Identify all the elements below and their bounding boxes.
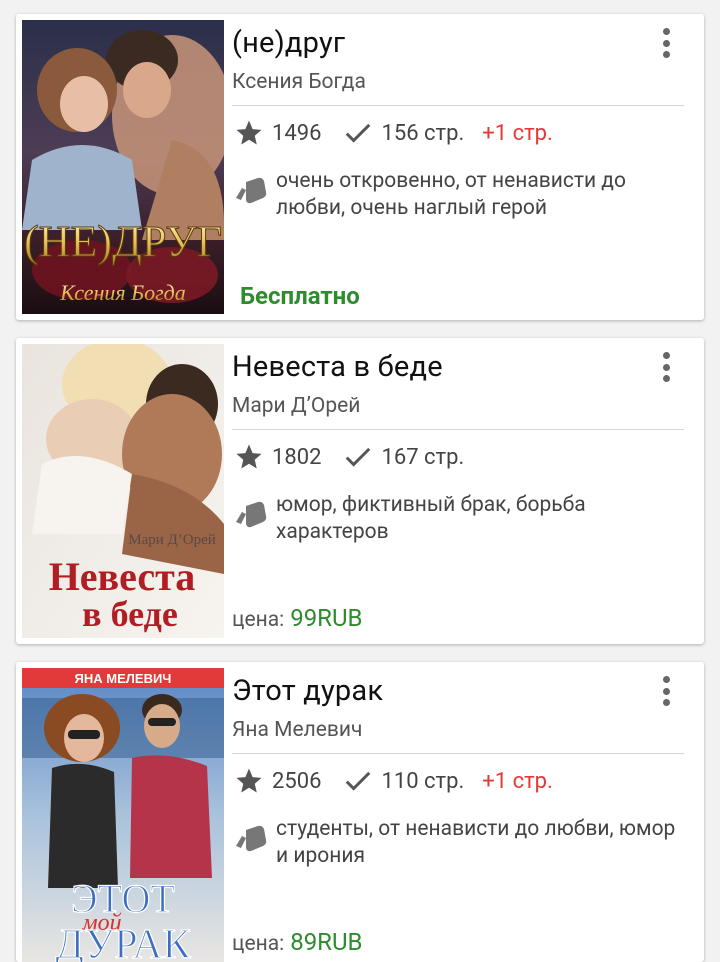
price-free: Бесплатно	[240, 282, 360, 310]
book-title[interactable]: Этот дурак	[232, 674, 383, 708]
tags-text: юмор, фиктивный брак, борьба характеров	[276, 493, 586, 544]
cover-title-line2: ДУРАК	[55, 922, 191, 962]
cover-author: ЯНА МЕЛЕВИЧ	[75, 671, 172, 686]
check-icon	[346, 771, 371, 791]
book-tags: очень откровенно, от ненависти до любви,…	[234, 168, 684, 222]
book-tags: студенты, от ненависти до любви, юмор и …	[234, 816, 684, 870]
book-card[interactable]: (НЕ)ДРУГ Ксения Богда (не)друг Ксения Бо…	[16, 14, 704, 320]
page-count: 110 стр.	[381, 768, 465, 794]
page-count: 167 стр.	[381, 444, 465, 470]
tags-text: студенты, от ненависти до любви, юмор и …	[276, 817, 676, 868]
cover-title: (НЕ)ДРУГ	[24, 217, 222, 266]
book-card[interactable]: ЯНА МЕЛЕВИЧ ЭТОТ мой ДУРАК Этот дурак Ян…	[16, 662, 704, 962]
divider	[232, 105, 684, 106]
rating-count: 1496	[272, 120, 322, 146]
book-author[interactable]: Мари Д’Орей	[232, 394, 360, 418]
price-label: цена:	[232, 608, 285, 632]
price: цена: 99RUB	[232, 604, 362, 632]
divider	[232, 429, 684, 430]
cover-title-line2: в беде	[82, 594, 178, 634]
cover-author: Мари Д’Орей	[128, 532, 216, 548]
book-cover[interactable]: ЯНА МЕЛЕВИЧ ЭТОТ мой ДУРАК	[22, 668, 224, 962]
page-count: 156 стр.	[381, 120, 465, 146]
star-icon	[236, 120, 262, 145]
cover-author: Ксения Богда	[59, 280, 186, 305]
more-options-icon[interactable]	[656, 352, 676, 382]
book-author[interactable]: Ксения Богда	[232, 70, 366, 94]
star-icon	[236, 768, 262, 793]
price-value: 99RUB	[290, 604, 363, 632]
book-title[interactable]: (не)друг	[232, 26, 345, 60]
book-stats: 1496 156 стр. +1 стр.	[234, 118, 553, 148]
book-tags: юмор, фиктивный брак, борьба характеров	[234, 492, 684, 546]
tag-icon	[236, 825, 267, 852]
tags-text: очень откровенно, от ненависти до любви,…	[276, 169, 626, 220]
more-options-icon[interactable]	[656, 676, 676, 706]
rating-count: 2506	[272, 768, 322, 794]
book-title[interactable]: Невеста в беде	[232, 350, 443, 384]
book-author[interactable]: Яна Мелевич	[232, 718, 362, 742]
rating-count: 1802	[272, 444, 322, 470]
book-cover[interactable]: Мари Д’Орей Невеста в беде	[22, 344, 224, 638]
check-icon	[346, 447, 371, 467]
new-pages-badge: +1 стр.	[482, 768, 553, 794]
cover-title-line1: Невеста	[49, 554, 196, 599]
star-icon	[236, 444, 262, 469]
check-icon	[346, 123, 371, 143]
book-card[interactable]: Мари Д’Орей Невеста в беде Невеста в бед…	[16, 338, 704, 644]
book-stats: 1802 167 стр.	[234, 442, 464, 472]
book-cover[interactable]: (НЕ)ДРУГ Ксения Богда	[22, 20, 224, 314]
tag-icon	[236, 177, 267, 204]
new-pages-badge: +1 стр.	[482, 120, 553, 146]
divider	[232, 753, 684, 754]
book-stats: 2506 110 стр. +1 стр.	[234, 766, 553, 796]
more-options-icon[interactable]	[656, 28, 676, 58]
price-label: цена:	[232, 932, 285, 956]
tag-icon	[236, 501, 267, 528]
